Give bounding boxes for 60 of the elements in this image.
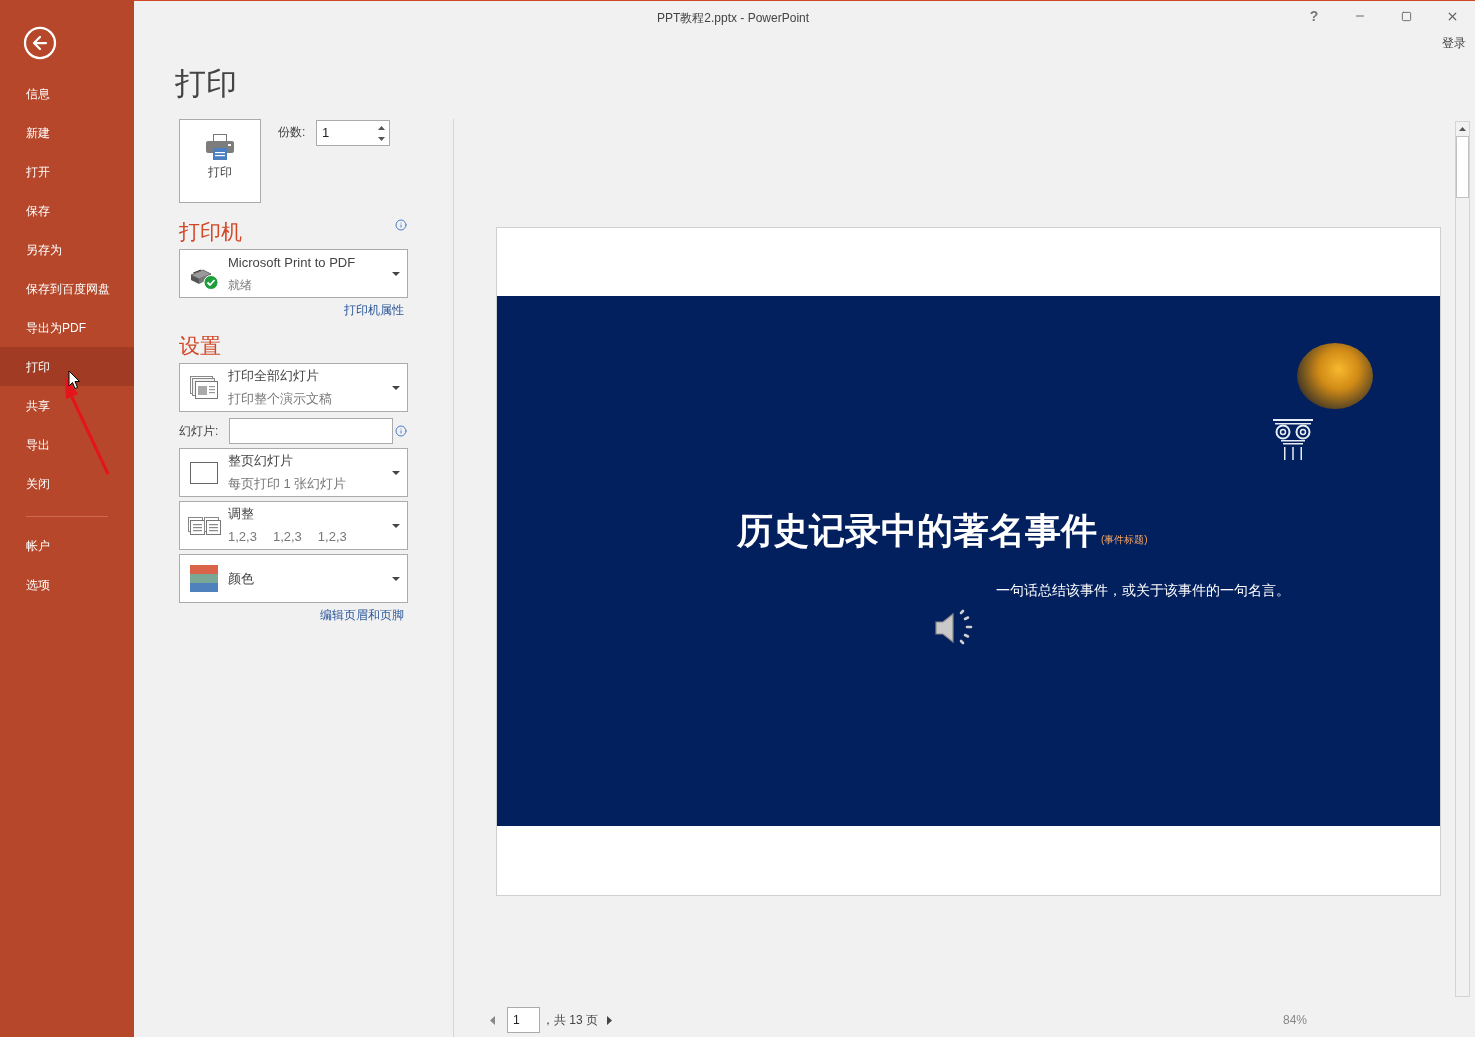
slides-input-field[interactable]: [229, 418, 393, 444]
info-icon: [395, 219, 407, 231]
sidebar-item[interactable]: 保存到百度网盘: [0, 269, 134, 308]
slides-stack-icon: [190, 375, 218, 400]
settings-dropdown[interactable]: 打印全部幻灯片 打印整个演示文稿: [179, 363, 408, 412]
sidebar-item[interactable]: 共享: [0, 386, 134, 425]
scrollbar-thumb[interactable]: [1456, 136, 1469, 198]
settings-heading: 设置: [179, 333, 221, 359]
full-page-icon: [190, 461, 218, 484]
color-swatch-icon: [190, 565, 218, 592]
title-note: (事件标题): [1101, 533, 1148, 546]
caret-icon: [392, 271, 400, 276]
sidebar-item[interactable]: 另存为: [0, 230, 134, 269]
settings-dropdown[interactable]: 颜色: [179, 554, 408, 603]
printer-icon: [206, 134, 234, 160]
next-page-icon[interactable]: [607, 1015, 612, 1025]
copies-field[interactable]: 1: [316, 120, 390, 146]
slide-title: 历史记录中的著名事件: [737, 509, 1097, 553]
sidebar-item[interactable]: 导出: [0, 425, 134, 464]
caret-icon: [392, 576, 400, 581]
sidebar-item[interactable]: 选项: [0, 565, 134, 604]
slides-label: 幻灯片:: [179, 423, 220, 440]
column-capital-icon: [1272, 418, 1314, 460]
caret-icon: [392, 470, 400, 475]
print-button[interactable]: 打印: [179, 119, 261, 203]
sidebar-item[interactable]: 保存: [0, 191, 134, 230]
window-title: PPT教程2.pptx - PowerPoint: [657, 10, 810, 26]
caret-icon: [392, 385, 400, 390]
page-count: ，共 13 页: [542, 1012, 598, 1029]
back-icon[interactable]: [22, 25, 58, 61]
printer-heading: 打印机: [179, 219, 242, 245]
caret-icon: [392, 523, 400, 528]
maximize-icon[interactable]: [1400, 10, 1412, 22]
scroll-up-icon[interactable]: [1459, 127, 1466, 131]
sidebar-item[interactable]: 关闭: [0, 464, 134, 503]
info-icon: [395, 425, 407, 437]
sidebar-item[interactable]: 导出为PDF: [0, 308, 134, 347]
settings-dropdown[interactable]: 整页幻灯片 每页打印 1 张幻灯片: [179, 448, 408, 497]
page-number-field[interactable]: 1: [507, 1007, 540, 1033]
spin-down-icon[interactable]: [378, 136, 385, 141]
copies-label: 份数:: [278, 124, 307, 140]
printer-properties-link[interactable]: 打印机属性: [344, 302, 404, 318]
mouse-cursor-icon: [68, 370, 81, 390]
sidebar-item[interactable]: 帐户: [0, 526, 134, 565]
header-footer-link[interactable]: 编辑页眉和页脚: [320, 607, 404, 623]
page-title: 打印: [175, 66, 237, 102]
spin-up-icon[interactable]: [378, 125, 385, 130]
slide-subtitle: 一句话总结该事件，或关于该事件的一句名言。: [996, 581, 1290, 599]
sidebar-item[interactable]: 信息: [0, 74, 134, 113]
previous-page-icon[interactable]: [490, 1015, 495, 1025]
printer-dropdown[interactable]: Microsoft Print to PDF 就绪: [179, 249, 408, 298]
sidebar-item[interactable]: 打开: [0, 152, 134, 191]
scrollbar-track[interactable]: [1455, 121, 1470, 997]
help-button[interactable]: ?: [1291, 1, 1337, 31]
sidebar-item[interactable]: 新建: [0, 113, 134, 152]
zoom-level[interactable]: 84%: [1282, 1011, 1307, 1029]
sign-in-link[interactable]: 登录: [1442, 34, 1466, 52]
collate-pages-icon: [187, 516, 221, 535]
settings-dropdown[interactable]: 调整 1,2,3 1,2,3 1,2,3: [179, 501, 408, 550]
sidebar-item[interactable]: 打印: [0, 347, 134, 386]
